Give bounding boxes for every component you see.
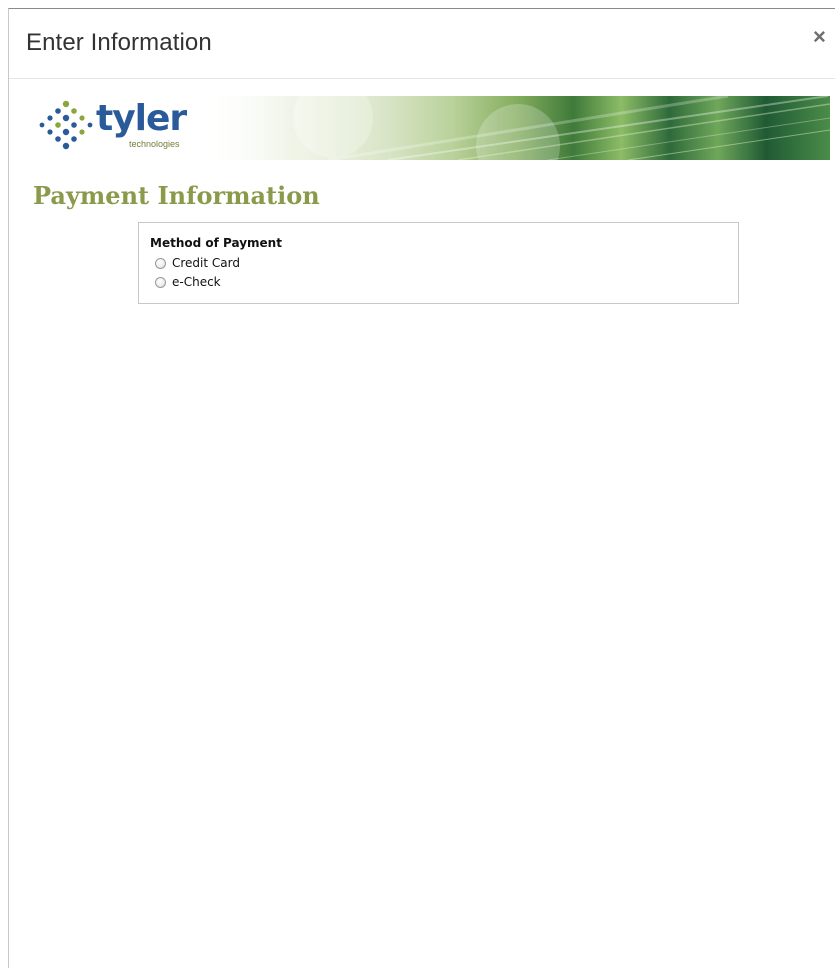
tyler-banner: tyler technologies [28,96,830,160]
page-title: Payment Information [33,181,320,210]
close-button[interactable]: × [813,26,826,48]
modal-title: Enter Information [26,29,212,56]
payment-option-e-check[interactable]: e-Check [155,275,221,289]
modal-dialog: Enter Information × tyler technologies P… [8,8,835,968]
modal-header: Enter Information × [9,9,835,79]
tyler-logo-subtext: technologies [129,139,180,149]
tyler-logo-dots-icon [39,100,93,150]
tyler-logo: tyler technologies [28,96,288,160]
method-of-payment-group: Method of Payment Credit Card e-Check [138,222,739,304]
credit-card-radio[interactable] [155,257,166,269]
e-check-label: e-Check [172,275,221,289]
method-of-payment-label: Method of Payment [150,236,282,250]
credit-card-label: Credit Card [172,256,240,270]
payment-option-credit-card[interactable]: Credit Card [155,256,240,270]
e-check-radio[interactable] [155,276,166,288]
tyler-logo-word: tyler [96,98,187,139]
